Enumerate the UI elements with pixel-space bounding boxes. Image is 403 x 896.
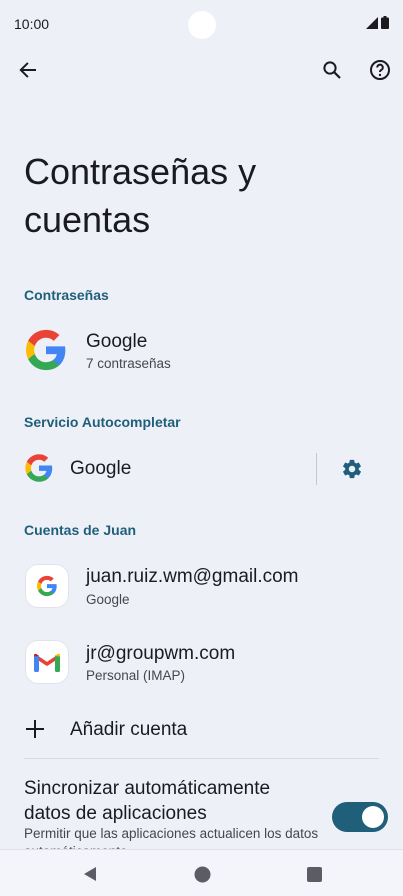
gear-icon <box>343 459 361 479</box>
page-title: Contraseñas y cuentas <box>24 151 257 240</box>
signal-icon <box>366 17 378 29</box>
auto-sync-title: Sincronizar automáticamente datos de apl… <box>24 778 271 824</box>
password-manager-title: Google <box>86 331 148 352</box>
help-button[interactable] <box>360 50 400 90</box>
circle-home-icon <box>194 866 210 882</box>
nav-home-button[interactable] <box>190 862 214 886</box>
account-title: jr@groupwm.com <box>86 643 236 664</box>
plus-icon <box>26 720 44 738</box>
account-subtitle: Google <box>86 592 130 607</box>
toggle-knob <box>362 806 384 828</box>
section-header-accounts: Cuentas de Juan <box>24 522 137 538</box>
status-time: 10:00 <box>14 16 50 32</box>
arrow-back-icon <box>19 62 36 78</box>
add-account-label: Añadir cuenta <box>70 719 188 740</box>
gmail-account-icon <box>26 641 68 683</box>
google-logo-icon <box>37 575 57 597</box>
search-icon <box>323 61 341 79</box>
autofill-settings-button[interactable] <box>332 449 372 489</box>
account-item[interactable]: juan.ruiz.wm@gmail.com Google <box>0 556 403 618</box>
gmail-icon <box>34 653 60 672</box>
password-manager-subtitle: 7 contraseñas <box>86 356 171 371</box>
vertical-divider <box>316 453 317 485</box>
autofill-service-title: Google <box>70 458 132 479</box>
password-manager-google[interactable]: Google 7 contraseñas <box>0 318 403 382</box>
back-button[interactable] <box>8 50 48 90</box>
account-subtitle: Personal (IMAP) <box>86 668 186 683</box>
section-header-autofill: Servicio Autocompletar <box>24 414 181 430</box>
auto-sync-toggle[interactable] <box>332 802 388 832</box>
google-logo-icon <box>26 329 66 371</box>
battery-icon <box>381 16 389 29</box>
status-bar: 10:00 <box>0 0 403 48</box>
status-icons <box>366 16 389 29</box>
nav-back-button[interactable] <box>78 862 102 886</box>
add-account-button[interactable]: Añadir cuenta <box>0 707 403 753</box>
square-recents-icon <box>306 866 322 882</box>
section-header-passwords: Contraseñas <box>24 287 109 303</box>
help-icon <box>370 60 390 80</box>
account-item[interactable]: jr@groupwm.com Personal (IMAP) <box>0 633 403 695</box>
section-divider <box>24 758 379 759</box>
google-account-icon <box>26 565 68 607</box>
screen: 10:00 Contraseñas y cuentas Contraseñas … <box>0 0 403 896</box>
system-navigation-bar <box>0 849 403 896</box>
google-logo-icon <box>25 454 53 482</box>
nav-recents-button[interactable] <box>302 862 326 886</box>
camera-cutout <box>188 11 216 39</box>
search-button[interactable] <box>312 50 352 90</box>
triangle-back-icon <box>84 867 96 881</box>
account-title: juan.ruiz.wm@gmail.com <box>86 566 299 587</box>
